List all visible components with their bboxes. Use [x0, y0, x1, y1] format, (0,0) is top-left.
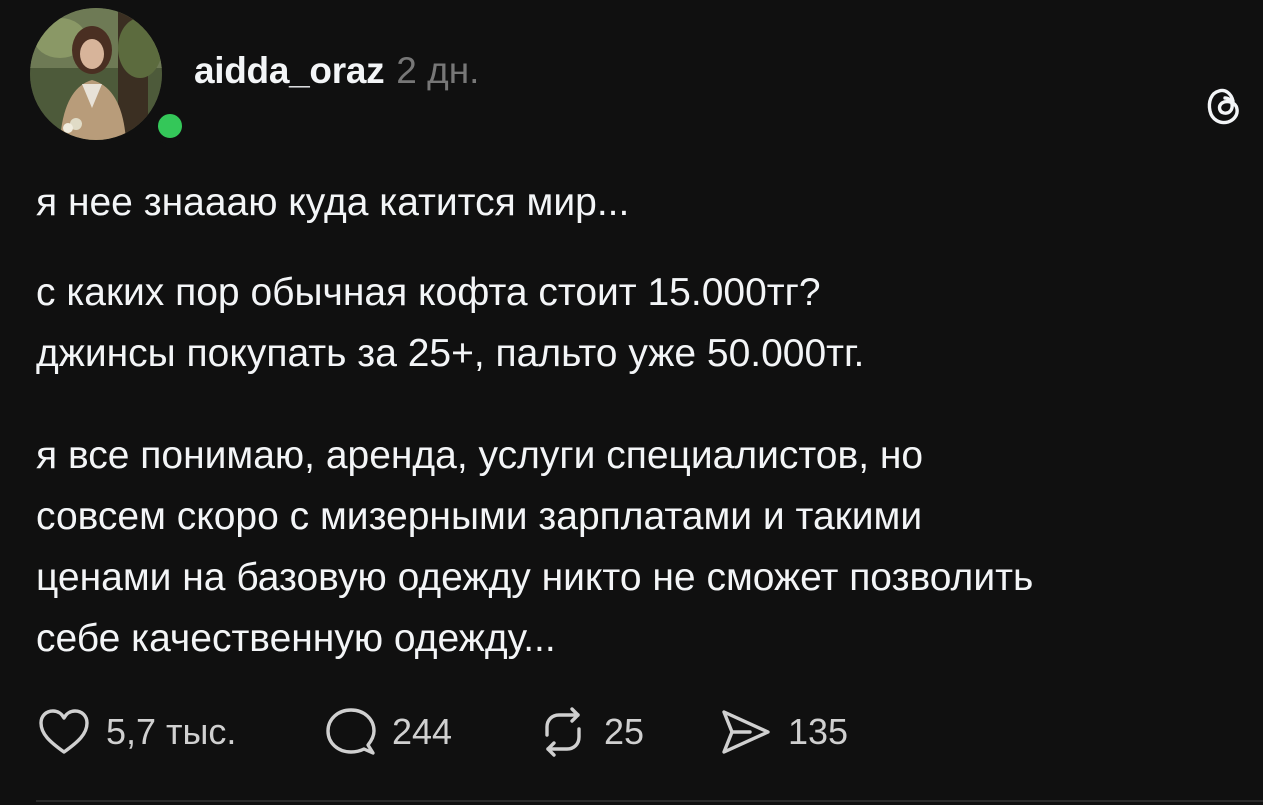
- post-text-line: я все понимаю, аренда, услуги специалист…: [36, 434, 924, 477]
- post-text-line: ценами на базовую одежду никто не сможет…: [36, 556, 1034, 599]
- like-count: 5,7 тыс.: [106, 711, 237, 752]
- post-header: aidda_oraz 2 дн.: [194, 50, 479, 100]
- share-button[interactable]: 135: [718, 706, 848, 758]
- thread-post: aidda_oraz 2 дн. я нее знааaю куда катит…: [0, 0, 1263, 805]
- post-actions-bar: 5,7 тыс. 244 25 135: [36, 702, 848, 762]
- profile-photo: [30, 8, 162, 140]
- post-text-line: джинсы покупать за 25+, пальто уже 50.00…: [36, 332, 865, 375]
- heart-icon: [36, 706, 92, 758]
- post-paragraph-2: с каких пор обычная кофта стоит 15.000тг…: [36, 262, 1251, 384]
- post-text-line: я нее знааaю куда катится мир...: [36, 181, 630, 224]
- repost-icon: [536, 705, 590, 759]
- threads-logo-icon: [1200, 80, 1248, 128]
- repost-count: 25: [604, 711, 645, 752]
- post-text-line: с каких пор обычная кофта стоит 15.000тг…: [36, 271, 821, 314]
- send-icon: [718, 706, 774, 758]
- post-paragraph-1: я нее знааaю куда катится мир...: [36, 172, 1251, 233]
- online-status-indicator: [152, 108, 188, 144]
- post-text-line: совсем скоро с мизерными зарплатами и та…: [36, 495, 923, 538]
- author-avatar[interactable]: [30, 8, 188, 144]
- comment-count: 244: [392, 711, 453, 752]
- like-button[interactable]: 5,7 тыс.: [36, 706, 324, 758]
- post-text-line: себе качественную одежду...: [36, 617, 556, 660]
- post-divider: [36, 800, 1263, 802]
- repost-button[interactable]: 25: [536, 705, 718, 759]
- author-username[interactable]: aidda_oraz: [194, 50, 385, 92]
- comment-bubble-icon: [324, 705, 378, 759]
- post-timestamp: 2 дн.: [396, 50, 480, 91]
- post-paragraph-3: я все понимаю, аренда, услуги специалист…: [36, 425, 1251, 669]
- share-count: 135: [788, 711, 849, 752]
- comment-button[interactable]: 244: [324, 705, 536, 759]
